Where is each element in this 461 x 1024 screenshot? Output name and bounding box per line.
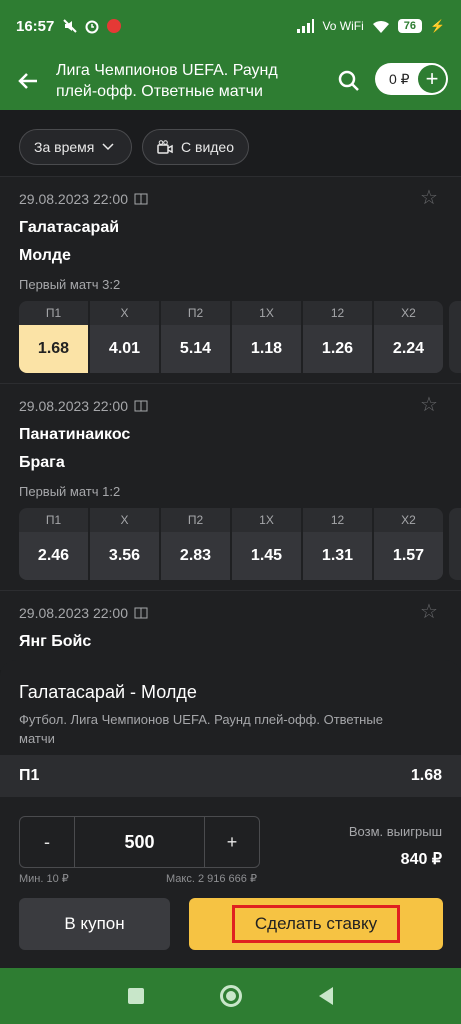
odd-x[interactable]: X 4.01 [90,301,159,373]
stake-stepper: - 500 + [19,816,260,868]
stake-min: Мин. 10 ₽ [19,873,69,885]
stake-increase-button[interactable]: + [205,817,259,867]
chevron-down-icon [102,143,114,151]
odd-1x[interactable]: 1X 1.45 [232,508,301,580]
video-camera-icon [157,140,173,154]
arrow-left-icon [18,73,37,89]
favorite-star-icon[interactable]: ☆ [420,599,438,624]
with-video-chip[interactable]: С видео [142,129,249,165]
odds-row: П1 2.46 X 3.56 П2 2.83 1X 1.45 12 1.31 X2 1.57 [19,508,443,580]
slip-pick: П1 [19,767,40,784]
status-time: 16:57 [16,17,55,35]
back-triangle-icon[interactable] [318,987,333,1005]
stake-decrease-button[interactable]: - [20,817,74,867]
team-home: Панатинаикос [19,426,131,443]
odd-12[interactable]: 12 1.31 [303,508,372,580]
recents-icon[interactable] [128,988,145,1004]
slip-pick-row: П1 1.68 [0,755,461,797]
odd-x2[interactable]: X2 1.57 [374,508,443,580]
status-bar: 16:57 Vo WiFi 76 ⚡ [0,0,461,52]
search-icon [338,70,359,91]
possible-win-label: Возм. выигрыш [348,824,442,839]
stake-input[interactable]: 500 [74,817,205,867]
alarm-icon [85,20,99,34]
balance-amount: 0 ₽ [389,70,410,87]
mute-icon [63,19,78,33]
stake-max: Макс. 2 916 666 ₽ [166,873,257,885]
odd-12[interactable]: 12 1.26 [303,301,372,373]
field-icon [134,400,148,412]
possible-win-value: 840 ₽ [400,851,442,868]
status-icons [62,18,122,34]
more-odds-edge[interactable] [449,508,461,580]
match-card[interactable]: 29.08.2023 22:00 ☆ Галатасарай Молде Пер… [0,176,461,383]
first-match-score: Первый матч 3:2 [19,277,121,292]
field-icon [134,193,148,205]
odd-x2[interactable]: X2 2.24 [374,301,443,373]
place-bet-label: Сделать ставку [231,905,401,943]
sort-by-time-label: За время [34,139,95,155]
match-date: 29.08.2023 22:00 [19,191,128,207]
vowifi-label: Vo WiFi [322,19,364,33]
home-icon[interactable] [220,985,243,1007]
battery-indicator: 76 [397,19,423,33]
system-nav-bar [0,968,461,1024]
match-card[interactable]: 29.08.2023 22:00 ☆ Янг Бойс [0,590,461,670]
odd-1x[interactable]: 1X 1.18 [232,301,301,373]
first-match-score: Первый матч 1:2 [19,484,121,499]
page-title: Лига Чемпионов UEFA. Раунд плей-офф. Отв… [56,62,278,100]
more-odds-edge[interactable] [449,301,461,373]
team-away: Молде [19,247,71,264]
team-home: Галатасарай [19,219,120,236]
balance-button[interactable]: 0 ₽ + [375,63,448,95]
slip-title: Галатасарай - Молде [19,682,197,702]
back-button[interactable] [0,52,56,110]
filter-bar: За время С видео [0,110,461,176]
app-notification-icon [107,19,122,33]
favorite-star-icon[interactable]: ☆ [420,185,438,210]
match-card[interactable]: 29.08.2023 22:00 ☆ Панатинаикос Брага Пе… [0,383,461,590]
odds-row: П1 1.68 X 4.01 П2 5.14 1X 1.18 12 1.26 X2 2.24 [19,301,443,373]
team-away: Брага [19,454,65,471]
sort-by-time-chip[interactable]: За время [19,129,132,165]
match-date: 29.08.2023 22:00 [19,605,128,621]
slip-subtitle: Футбол. Лига Чемпионов UEFA. Раунд плей-… [19,712,383,746]
place-bet-button[interactable]: Сделать ставку [189,898,443,950]
add-to-coupon-button[interactable]: В купон [19,898,170,950]
plus-icon[interactable]: + [418,65,446,93]
match-date: 29.08.2023 22:00 [19,398,128,414]
bet-slip: Галатасарай - Молде Футбол. Лига Чемпион… [0,660,461,968]
favorite-star-icon[interactable]: ☆ [420,392,438,417]
app-header: Лига Чемпионов UEFA. Раунд плей-офф. Отв… [0,52,461,110]
odd-p1[interactable]: П1 2.46 [19,508,88,580]
odd-p1[interactable]: П1 1.68 [19,301,88,373]
odd-p2[interactable]: П2 2.83 [161,508,230,580]
wifi-icon [372,20,389,33]
with-video-label: С видео [181,139,234,155]
field-icon [134,607,148,619]
odd-x[interactable]: X 3.56 [90,508,159,580]
signal-icon [297,19,315,33]
slip-pick-odds: 1.68 [410,767,442,784]
search-button[interactable] [332,64,366,98]
odd-p2[interactable]: П2 5.14 [161,301,230,373]
charging-icon: ⚡ [430,19,445,33]
team-home: Янг Бойс [19,633,92,650]
